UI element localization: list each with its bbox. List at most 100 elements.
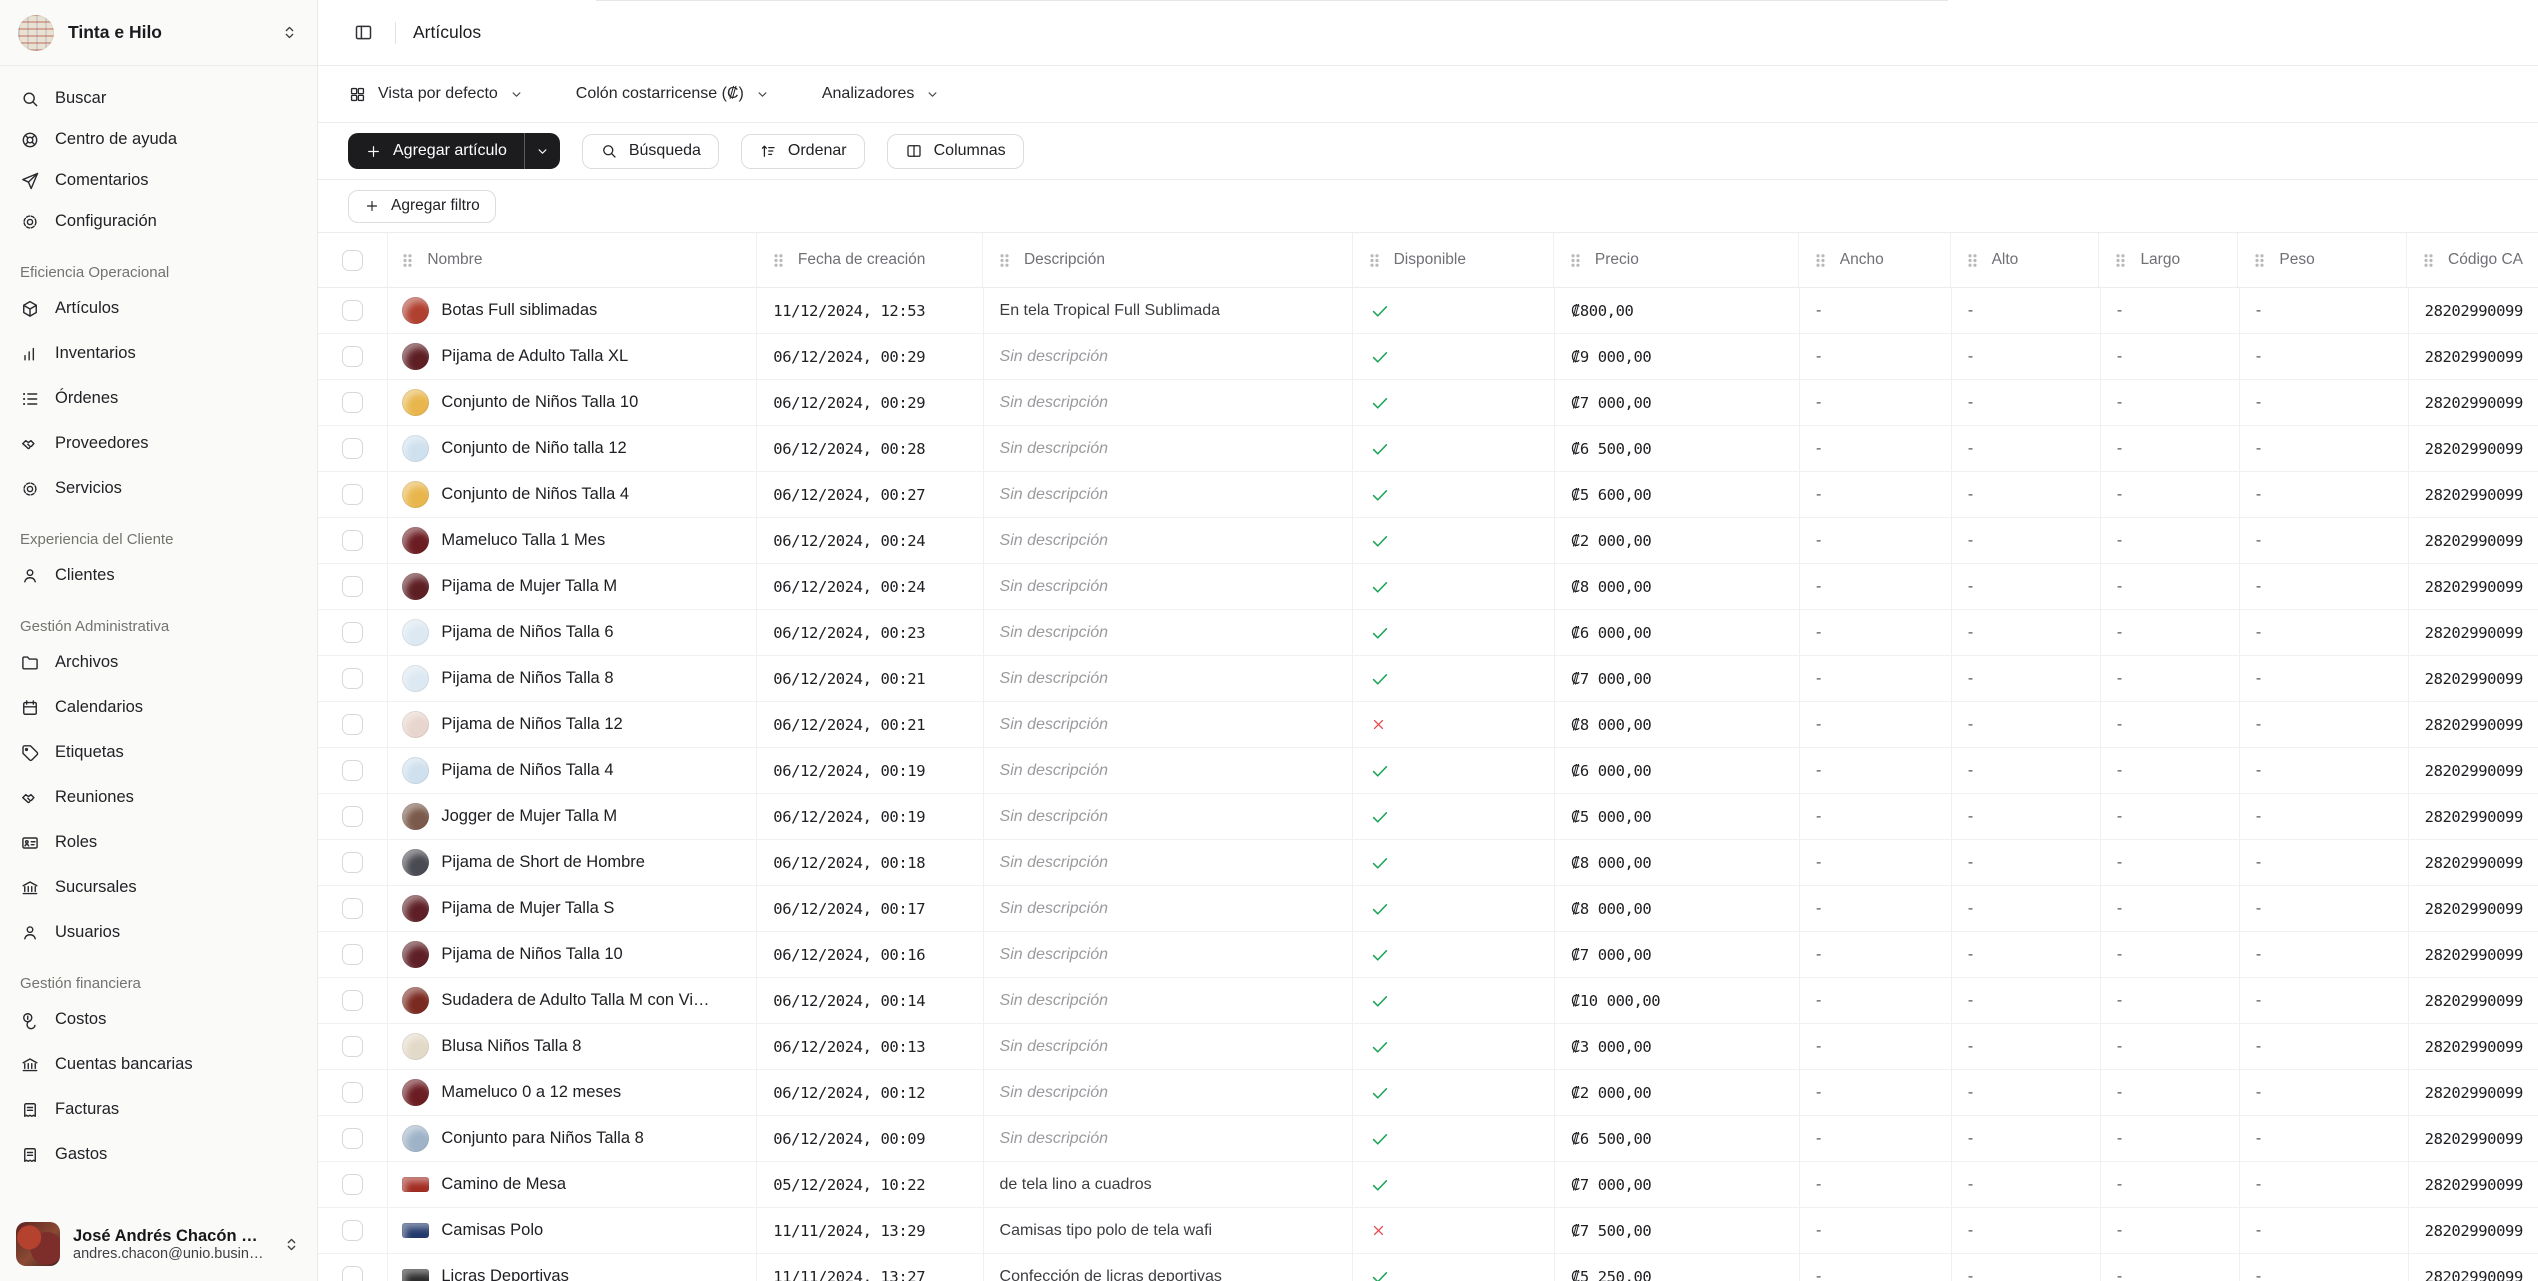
column-header-desc[interactable]: Descripción [983, 233, 1353, 287]
column-header-code[interactable]: Código CA [2407, 233, 2538, 287]
table-row[interactable]: Pijama de Short de Hombre 06/12/2024, 00… [318, 840, 2538, 886]
name-cell[interactable]: Pijama de Niños Talla 10 [388, 932, 757, 977]
sidebar-item-configuracion[interactable]: Configuración [10, 201, 307, 242]
row-checkbox[interactable] [342, 1266, 363, 1281]
user-menu[interactable]: José Andrés Chacón … andres.chacon@unio.… [0, 1209, 317, 1281]
sidebar-toggle-button[interactable] [348, 18, 378, 48]
currency-selector[interactable]: Colón costarricense (₡) [576, 85, 770, 103]
row-checkbox[interactable] [342, 346, 363, 367]
column-header-peso[interactable]: Peso [2238, 233, 2407, 287]
sidebar-item-centro-de-ayuda[interactable]: Centro de ayuda [10, 119, 307, 160]
column-header-date[interactable]: Fecha de creación [757, 233, 983, 287]
table-row[interactable]: Mameluco 0 a 12 meses 06/12/2024, 00:12 … [318, 1070, 2538, 1116]
column-header-avail[interactable]: Disponible [1353, 233, 1554, 287]
name-cell[interactable]: Pijama de Niños Talla 12 [388, 702, 757, 747]
sidebar-item-servicios[interactable]: Servicios [10, 466, 307, 511]
name-cell[interactable]: Licras Deportivas [388, 1254, 757, 1281]
table-row[interactable]: Pijama de Niños Talla 6 06/12/2024, 00:2… [318, 610, 2538, 656]
name-cell[interactable]: Conjunto de Niño talla 12 [388, 426, 757, 471]
row-checkbox[interactable] [342, 1128, 363, 1149]
sidebar-item-proveedores[interactable]: Proveedores [10, 421, 307, 466]
table-row[interactable]: Conjunto de Niños Talla 10 06/12/2024, 0… [318, 380, 2538, 426]
row-checkbox[interactable] [342, 392, 363, 413]
add-article-button[interactable]: Agregar artículo [348, 133, 524, 169]
sidebar-item-costos[interactable]: Costos [10, 997, 307, 1042]
workspace-switcher[interactable]: Tinta e Hilo [0, 0, 317, 66]
add-article-menu-button[interactable] [524, 133, 560, 169]
drag-handle-icon[interactable] [402, 253, 413, 268]
name-cell[interactable]: Conjunto de Niños Talla 4 [388, 472, 757, 517]
row-checkbox[interactable] [342, 944, 363, 965]
table-row[interactable]: Pijama de Mujer Talla S 06/12/2024, 00:1… [318, 886, 2538, 932]
name-cell[interactable]: Pijama de Mujer Talla M [388, 564, 757, 609]
name-cell[interactable]: Mameluco Talla 1 Mes [388, 518, 757, 563]
drag-handle-icon[interactable] [773, 253, 784, 268]
row-checkbox[interactable] [342, 438, 363, 459]
name-cell[interactable]: Pijama de Niños Talla 6 [388, 610, 757, 655]
row-checkbox[interactable] [342, 714, 363, 735]
sidebar-item-usuarios[interactable]: Usuarios [10, 910, 307, 955]
chevron-updown-icon[interactable] [282, 1235, 301, 1254]
row-checkbox[interactable] [342, 530, 363, 551]
drag-handle-icon[interactable] [1815, 253, 1826, 268]
row-checkbox[interactable] [342, 1174, 363, 1195]
analyzers-selector[interactable]: Analizadores [822, 85, 941, 103]
drag-handle-icon[interactable] [1570, 253, 1581, 268]
row-checkbox[interactable] [342, 760, 363, 781]
column-header-alto[interactable]: Alto [1951, 233, 2100, 287]
select-all-checkbox[interactable] [342, 250, 363, 271]
name-cell[interactable]: Mameluco 0 a 12 meses [388, 1070, 757, 1115]
sidebar-item-etiquetas[interactable]: Etiquetas [10, 730, 307, 775]
sidebar-item-inventarios[interactable]: Inventarios [10, 331, 307, 376]
table-row[interactable]: Licras Deportivas 11/11/2024, 13:27 Conf… [318, 1254, 2538, 1281]
name-cell[interactable]: Pijama de Niños Talla 8 [388, 656, 757, 701]
table-row[interactable]: Sudadera de Adulto Talla M con Vi… 06/12… [318, 978, 2538, 1024]
column-header-ancho[interactable]: Ancho [1799, 233, 1951, 287]
drag-handle-icon[interactable] [1369, 253, 1380, 268]
sidebar-item-ordenes[interactable]: Órdenes [10, 376, 307, 421]
view-selector[interactable]: Vista por defecto [348, 85, 524, 104]
name-cell[interactable]: Pijama de Mujer Talla S [388, 886, 757, 931]
name-cell[interactable]: Blusa Niños Talla 8 [388, 1024, 757, 1069]
name-cell[interactable]: Conjunto para Niños Talla 8 [388, 1116, 757, 1161]
sidebar-item-clientes[interactable]: Clientes [10, 553, 307, 598]
table-row[interactable]: Pijama de Niños Talla 10 06/12/2024, 00:… [318, 932, 2538, 978]
name-cell[interactable]: Botas Full siblimadas [388, 288, 757, 333]
table-row[interactable]: Conjunto para Niños Talla 8 06/12/2024, … [318, 1116, 2538, 1162]
row-checkbox[interactable] [342, 300, 363, 321]
name-cell[interactable]: Sudadera de Adulto Talla M con Vi… [388, 978, 757, 1023]
row-checkbox[interactable] [342, 668, 363, 689]
sidebar-item-reuniones[interactable]: Reuniones [10, 775, 307, 820]
drag-handle-icon[interactable] [1967, 253, 1978, 268]
sidebar-item-calendarios[interactable]: Calendarios [10, 685, 307, 730]
table-row[interactable]: Pijama de Mujer Talla M 06/12/2024, 00:2… [318, 564, 2538, 610]
table-row[interactable]: Pijama de Niños Talla 8 06/12/2024, 00:2… [318, 656, 2538, 702]
row-checkbox[interactable] [342, 806, 363, 827]
sidebar-item-buscar[interactable]: Buscar [10, 78, 307, 119]
column-header-largo[interactable]: Largo [2099, 233, 2238, 287]
column-header-price[interactable]: Precio [1554, 233, 1799, 287]
table-row[interactable]: Blusa Niños Talla 8 06/12/2024, 00:13 Si… [318, 1024, 2538, 1070]
sort-button[interactable]: Ordenar [741, 134, 865, 169]
table-row[interactable]: Camisas Polo 11/11/2024, 13:29 Camisas t… [318, 1208, 2538, 1254]
column-header-name[interactable]: Nombre [388, 233, 757, 287]
columns-button[interactable]: Columnas [887, 134, 1024, 169]
table-row[interactable]: Conjunto de Niño talla 12 06/12/2024, 00… [318, 426, 2538, 472]
search-button[interactable]: Búsqueda [582, 134, 719, 169]
drag-handle-icon[interactable] [999, 253, 1010, 268]
sidebar-item-comentarios[interactable]: Comentarios [10, 160, 307, 201]
table-row[interactable]: Mameluco Talla 1 Mes 06/12/2024, 00:24 S… [318, 518, 2538, 564]
sidebar-item-gastos[interactable]: Gastos [10, 1132, 307, 1177]
row-checkbox[interactable] [342, 1036, 363, 1057]
name-cell[interactable]: Pijama de Adulto Talla XL [388, 334, 757, 379]
drag-handle-icon[interactable] [2115, 253, 2126, 268]
name-cell[interactable]: Camino de Mesa [388, 1162, 757, 1207]
sidebar-item-facturas[interactable]: Facturas [10, 1087, 307, 1132]
name-cell[interactable]: Pijama de Niños Talla 4 [388, 748, 757, 793]
row-checkbox[interactable] [342, 1082, 363, 1103]
row-checkbox[interactable] [342, 898, 363, 919]
sidebar-item-cuentas-bancarias[interactable]: Cuentas bancarias [10, 1042, 307, 1087]
drag-handle-icon[interactable] [2423, 253, 2434, 268]
sidebar-item-archivos[interactable]: Archivos [10, 640, 307, 685]
table-row[interactable]: Botas Full siblimadas 11/12/2024, 12:53 … [318, 288, 2538, 334]
